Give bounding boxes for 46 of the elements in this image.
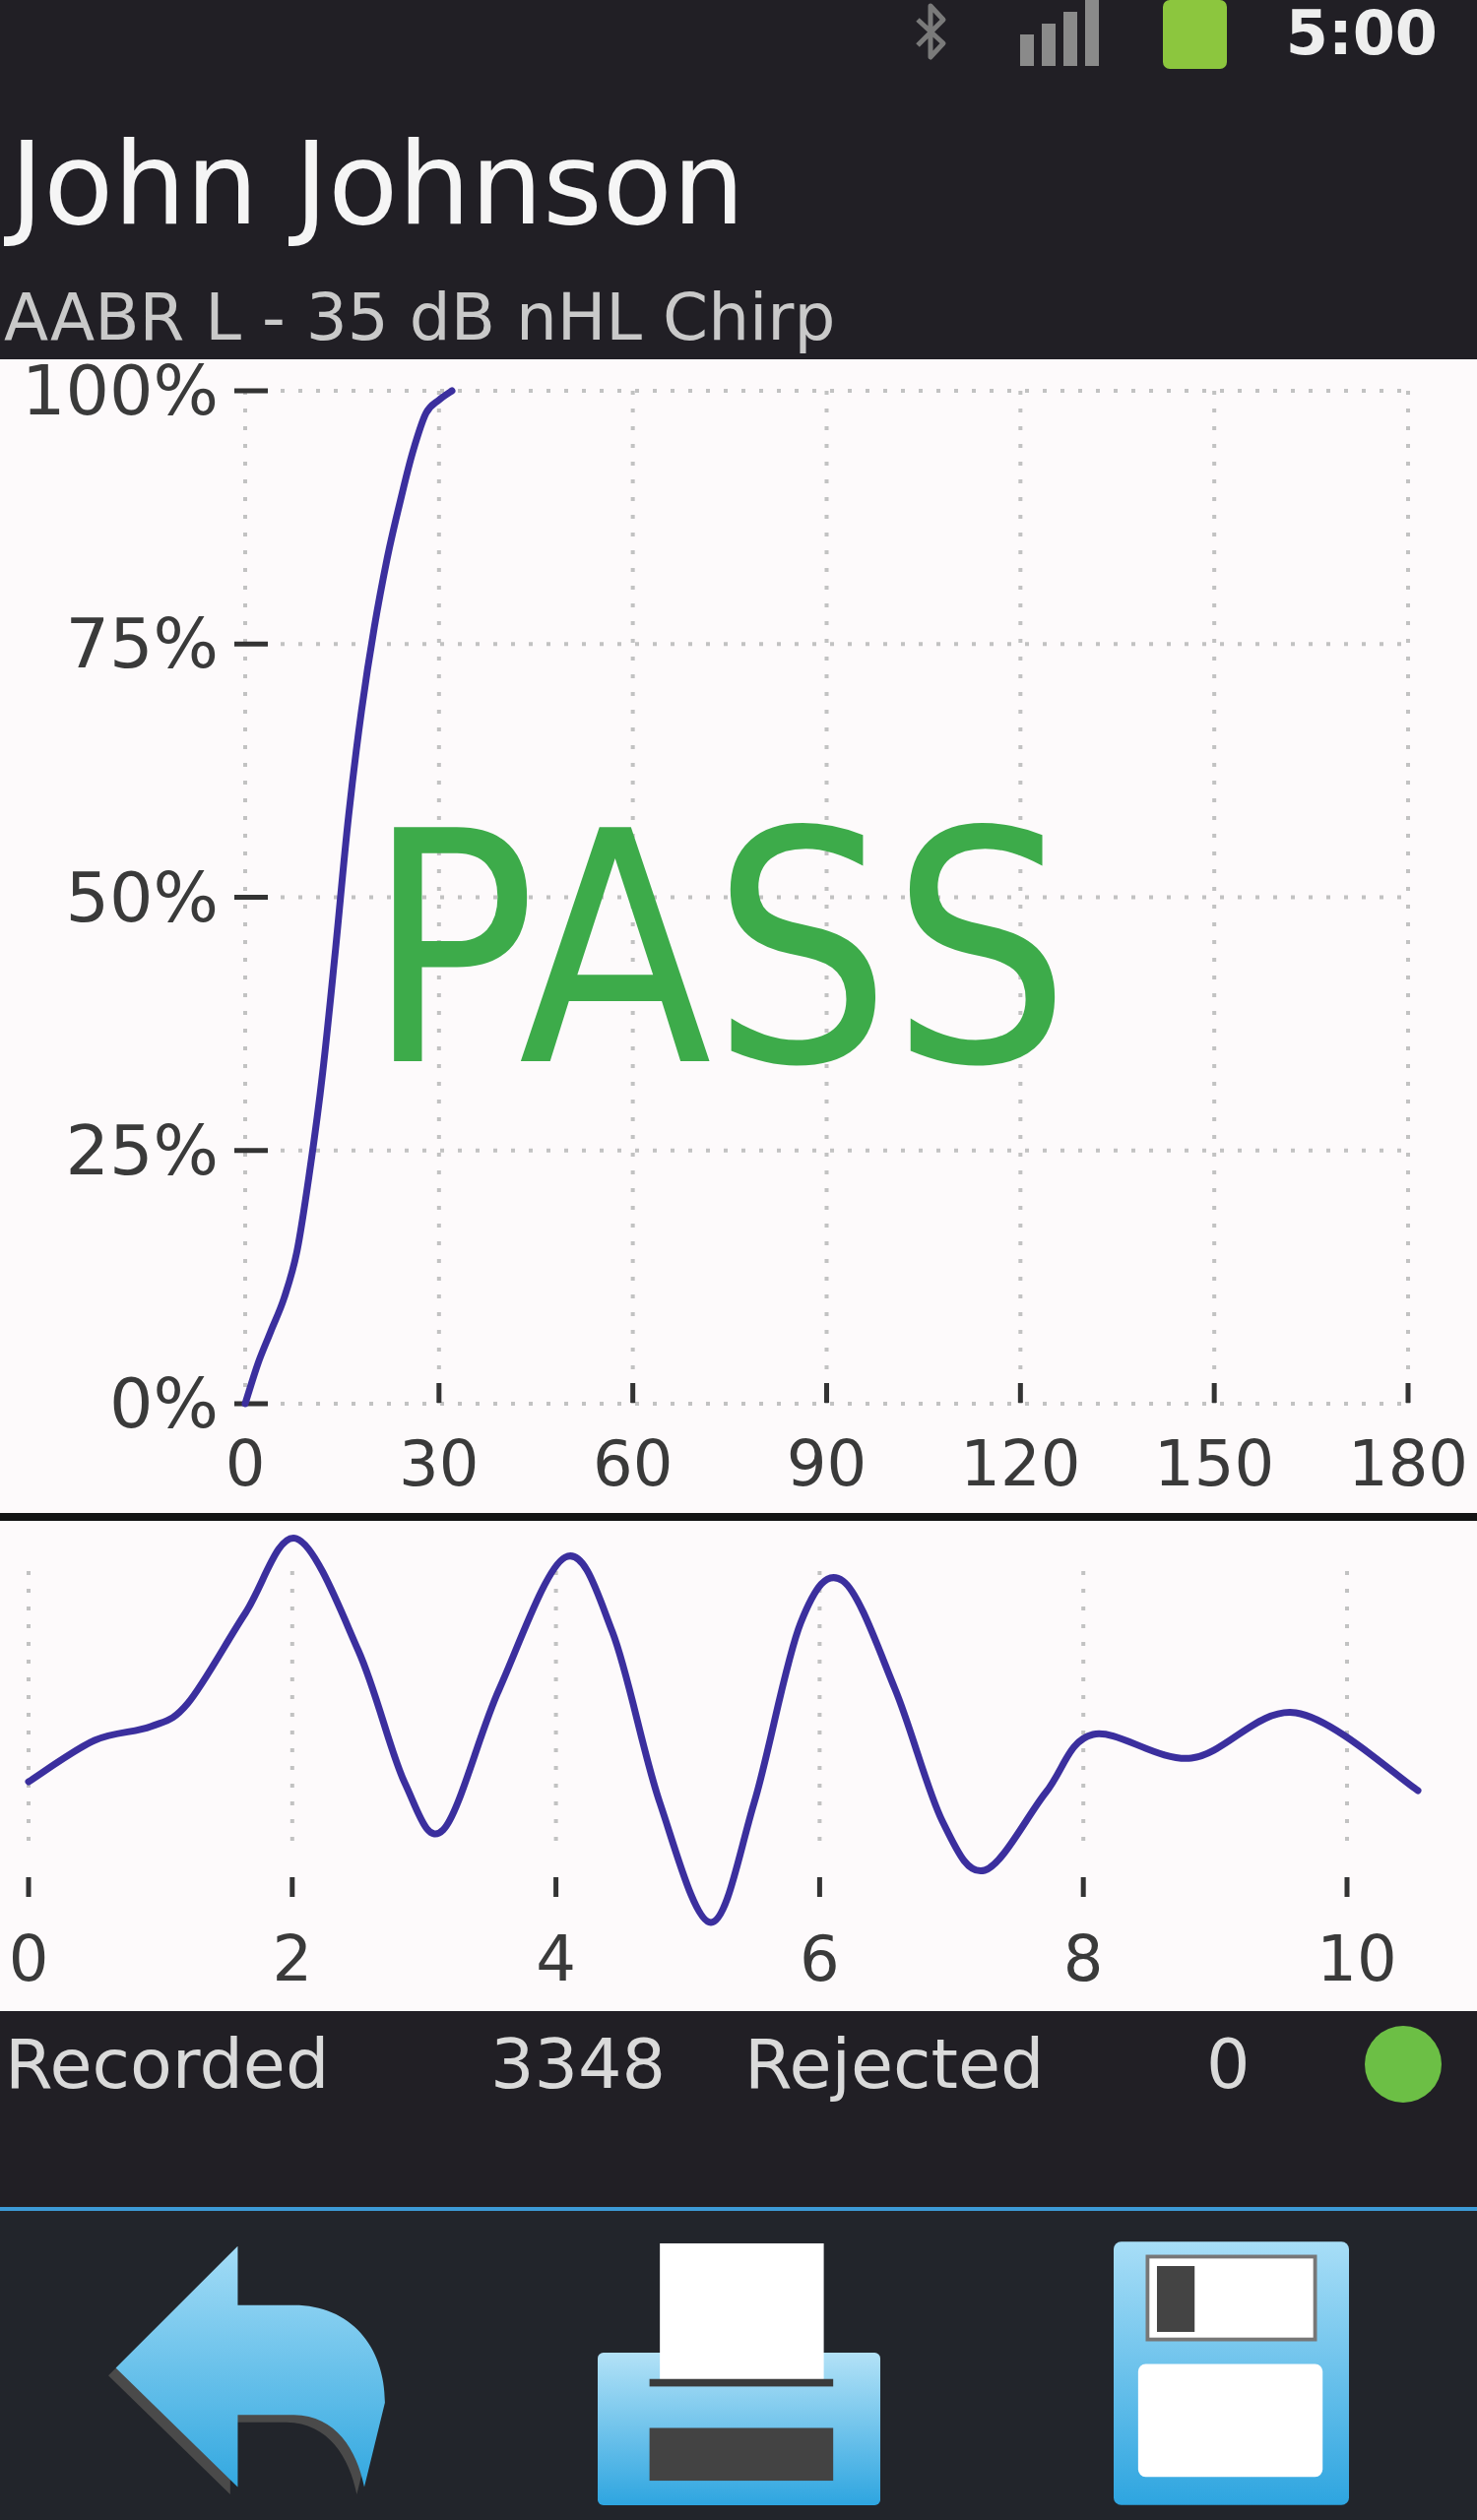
- x-tick-label: 6: [800, 1922, 840, 1996]
- battery-icon: [1162, 0, 1227, 69]
- x-tick-label: 30: [399, 1427, 480, 1501]
- counter-label: Rejected: [744, 2023, 1045, 2107]
- x-tick-label: 90: [786, 1427, 867, 1501]
- tick-mark: [26, 1877, 32, 1898]
- tick-mark: [1211, 1383, 1217, 1404]
- counter-label: Recorded: [5, 2023, 330, 2107]
- tick-mark: [1344, 1877, 1350, 1898]
- tick-mark: [1017, 1383, 1023, 1404]
- tick-mark: [553, 1877, 559, 1898]
- tick-mark: [630, 1383, 636, 1404]
- x-tick-label: 0: [225, 1427, 266, 1501]
- x-tick-label: 60: [592, 1427, 674, 1501]
- printer-icon[interactable]: [597, 2241, 880, 2506]
- y-tick-label: 25%: [65, 1110, 219, 1192]
- y-tick-label: 0%: [108, 1363, 219, 1445]
- counter-value: 0: [1206, 2023, 1251, 2107]
- tick-mark: [1405, 1383, 1411, 1404]
- y-tick-label: 100%: [21, 359, 219, 432]
- tick-mark: [234, 1401, 268, 1407]
- test-description: AABR L - 35 dB nHL Chirp: [3, 279, 837, 357]
- tick-mark: [1080, 1877, 1086, 1898]
- x-tick-label: 150: [1154, 1427, 1275, 1501]
- tick-mark: [824, 1383, 829, 1404]
- x-tick-label: 8: [1062, 1922, 1104, 1996]
- counter-value: 3348: [490, 2023, 667, 2107]
- tick-mark: [234, 895, 268, 901]
- clock-time: 5:00: [1285, 0, 1438, 68]
- tick-mark: [234, 642, 268, 648]
- tick-mark: [234, 1148, 268, 1154]
- x-tick-label: 10: [1316, 1922, 1397, 1996]
- x-tick-label: 2: [272, 1922, 313, 1996]
- result-text: PASS: [366, 762, 1071, 1140]
- x-tick-label: 180: [1347, 1427, 1469, 1501]
- x-tick-label: 0: [8, 1922, 49, 1996]
- signal-icon: [1019, 0, 1099, 66]
- tick-mark: [289, 1877, 295, 1898]
- y-tick-label: 50%: [65, 856, 219, 938]
- x-tick-label: 4: [536, 1922, 576, 1996]
- patient-name: John Johnson: [0, 115, 755, 253]
- tick-mark: [234, 388, 268, 394]
- tick-mark: [436, 1383, 442, 1404]
- y-tick-label: 75%: [65, 603, 219, 685]
- x-tick-label: 120: [960, 1427, 1081, 1501]
- tick-mark: [816, 1877, 822, 1898]
